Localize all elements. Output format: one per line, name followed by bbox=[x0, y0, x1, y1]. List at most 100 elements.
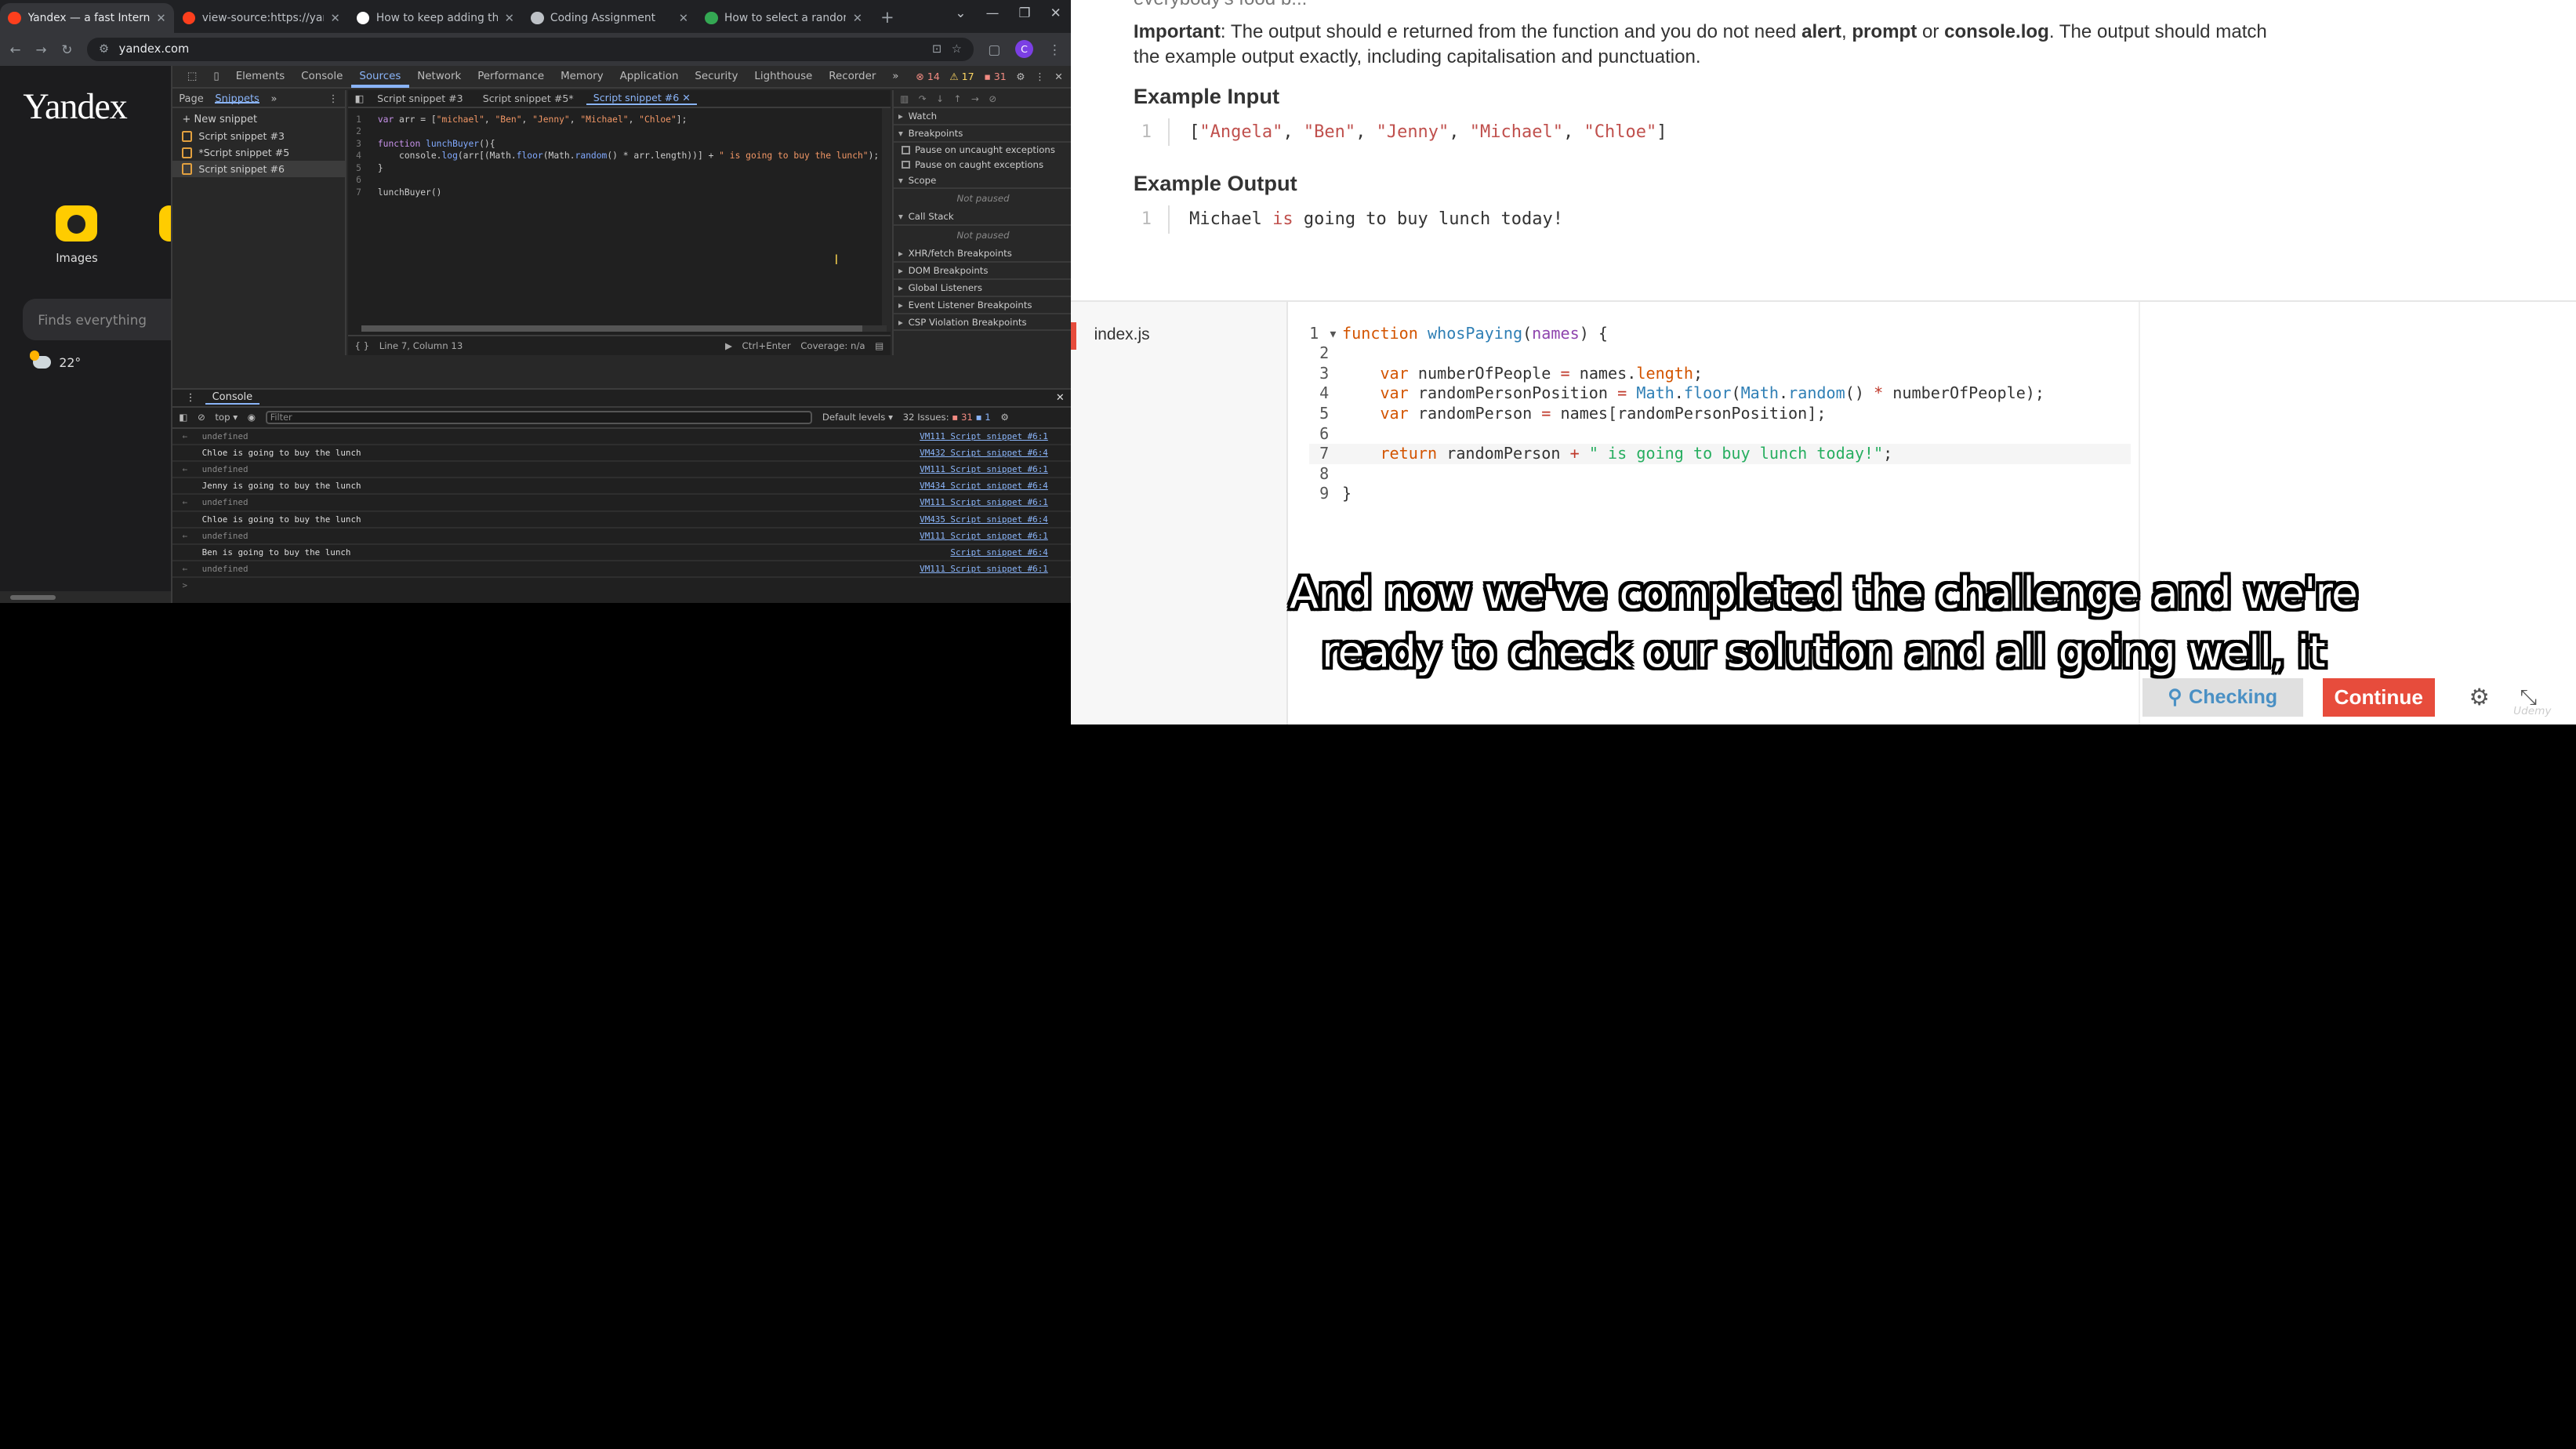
scope-section[interactable]: ▾ Scope bbox=[893, 172, 1073, 190]
context-select[interactable]: top ▾ bbox=[215, 412, 238, 423]
inspect-element-icon[interactable]: ⬚ bbox=[179, 65, 205, 88]
new-tab-button[interactable]: + bbox=[871, 3, 905, 33]
source-link[interactable]: VM434 Script snippet #6:4 bbox=[920, 478, 1048, 493]
more-tabs-icon[interactable]: » bbox=[884, 65, 907, 88]
close-devtools-icon[interactable]: ✕ bbox=[1054, 71, 1063, 82]
close-tab-icon[interactable]: ✕ bbox=[505, 12, 514, 25]
yandex-logo[interactable]: Yandex bbox=[23, 85, 128, 127]
log-levels-select[interactable]: Default levels ▾ bbox=[822, 412, 893, 423]
restore-icon[interactable]: ❐ bbox=[1018, 5, 1030, 20]
pause-icon[interactable]: ▥ bbox=[900, 93, 909, 104]
new-snippet-button[interactable]: + New snippet bbox=[172, 108, 345, 128]
tab-page[interactable]: Page bbox=[179, 93, 203, 105]
browser-tab-1[interactable]: Yandex — a fast Interne ✕ bbox=[0, 3, 175, 33]
source-link[interactable]: VM111 Script snippet #6:1 bbox=[920, 429, 1048, 444]
tab-sources[interactable]: Sources bbox=[350, 65, 410, 89]
pause-caught-checkbox[interactable]: Pause on caught exceptions bbox=[894, 158, 1073, 172]
install-icon[interactable]: ⊡ bbox=[932, 42, 942, 56]
issue-count[interactable]: ▪ 31 bbox=[984, 71, 1007, 82]
images-label[interactable]: Images bbox=[56, 252, 98, 265]
close-drawer-icon[interactable]: ✕ bbox=[1056, 392, 1072, 404]
clear-console-icon[interactable]: ⊘ bbox=[198, 412, 205, 423]
reload-icon[interactable]: ↻ bbox=[61, 42, 72, 57]
editor-horizontal-scrollbar[interactable] bbox=[361, 325, 887, 332]
tab-console[interactable]: Console bbox=[293, 65, 351, 88]
video-icon[interactable] bbox=[159, 205, 171, 242]
site-info-icon[interactable]: ⚙ bbox=[99, 42, 109, 56]
dom-breakpoints-section[interactable]: ▸ DOM Breakpoints bbox=[893, 263, 1073, 280]
close-editor-tab-icon[interactable]: ✕ bbox=[682, 92, 691, 104]
status-bar-icon[interactable]: ▤ bbox=[875, 340, 883, 351]
deactivate-breakpoints-icon[interactable]: ⊘ bbox=[989, 93, 996, 104]
checking-button[interactable]: ⚲ Checking bbox=[2142, 678, 2303, 717]
images-icon[interactable] bbox=[56, 205, 97, 242]
back-icon[interactable]: ← bbox=[10, 42, 21, 57]
step-out-icon[interactable]: ↑ bbox=[954, 93, 962, 104]
source-link[interactable]: VM111 Script snippet #6:1 bbox=[920, 528, 1048, 543]
extensions-icon[interactable]: ▢ bbox=[988, 42, 1000, 57]
xhr-breakpoints-section[interactable]: ▸ XHR/fetch Breakpoints bbox=[893, 245, 1073, 263]
pretty-print-icon[interactable]: { } bbox=[355, 340, 370, 351]
pause-uncaught-checkbox[interactable]: Pause on uncaught exceptions bbox=[894, 143, 1073, 158]
breakpoints-section[interactable]: ▾ Breakpoints bbox=[893, 125, 1073, 143]
console-settings-icon[interactable]: ⚙ bbox=[1000, 412, 1009, 423]
horizontal-scrollbar[interactable] bbox=[0, 591, 171, 604]
yandex-search-input[interactable]: Finds everything bbox=[23, 299, 171, 340]
tab-performance[interactable]: Performance bbox=[470, 65, 553, 88]
issues-counter[interactable]: 32 Issues: ▪ 31 ▪ 1 bbox=[903, 412, 991, 423]
profile-avatar[interactable]: C bbox=[1015, 40, 1034, 59]
editor-tab[interactable]: Script snippet #5* bbox=[476, 93, 580, 104]
console-filter-input[interactable]: Filter bbox=[265, 410, 813, 424]
minimize-icon[interactable]: — bbox=[986, 5, 1000, 20]
navigator-menu-icon[interactable]: ⋮ bbox=[328, 93, 339, 105]
editor-tab-active[interactable]: Script snippet #6 ✕ bbox=[586, 92, 698, 106]
close-tab-icon[interactable]: ✕ bbox=[330, 12, 339, 25]
live-expression-icon[interactable]: ◉ bbox=[248, 412, 256, 423]
snippet-item[interactable]: Script snippet #3 bbox=[172, 128, 345, 144]
browser-tab-2[interactable]: view-source:https://yande ✕ bbox=[174, 3, 348, 33]
error-count[interactable]: ⊗ 14 bbox=[916, 71, 940, 82]
editor-tab[interactable]: Script snippet #3 bbox=[371, 93, 470, 104]
run-snippet-icon[interactable]: ▶ bbox=[725, 340, 732, 351]
step-over-icon[interactable]: ↷ bbox=[919, 93, 927, 104]
browser-tab-5[interactable]: How to select a random e ✕ bbox=[696, 3, 870, 33]
call-stack-section[interactable]: ▾ Call Stack bbox=[893, 209, 1073, 227]
tab-security[interactable]: Security bbox=[687, 65, 746, 88]
global-listeners-section[interactable]: ▸ Global Listeners bbox=[893, 280, 1073, 297]
menu-kebab-icon[interactable]: ⋮ bbox=[1048, 42, 1061, 57]
tab-lighthouse[interactable]: Lighthouse bbox=[746, 65, 821, 88]
forward-icon[interactable]: → bbox=[35, 42, 46, 57]
weather-widget[interactable]: 22° bbox=[29, 350, 81, 370]
code-editor[interactable]: ◧ Script snippet #3 Script snippet #5* S… bbox=[348, 90, 891, 355]
source-link[interactable]: VM111 Script snippet #6:1 bbox=[920, 561, 1048, 576]
tab-search-icon[interactable]: ⌄ bbox=[955, 5, 966, 20]
bookmark-star-icon[interactable]: ☆ bbox=[952, 42, 962, 56]
event-listener-breakpoints-section[interactable]: ▸ Event Listener Breakpoints bbox=[893, 297, 1073, 314]
source-link[interactable]: VM432 Script snippet #6:4 bbox=[920, 445, 1048, 460]
source-link[interactable]: Script snippet #6:4 bbox=[950, 545, 1047, 560]
csp-breakpoints-section[interactable]: ▸ CSP Violation Breakpoints bbox=[893, 314, 1073, 332]
browser-tab-4[interactable]: Coding Assignment ✕ bbox=[522, 3, 696, 33]
tab-elements[interactable]: Elements bbox=[227, 65, 292, 88]
tab-console-drawer[interactable]: Console bbox=[205, 391, 259, 405]
editor-vertical-scrollbar[interactable] bbox=[882, 108, 891, 332]
source-link[interactable]: VM435 Script snippet #6:4 bbox=[920, 512, 1048, 527]
more-navigator-icon[interactable]: » bbox=[270, 93, 277, 105]
snippet-item-selected[interactable]: Script snippet #6 bbox=[172, 161, 346, 178]
console-prompt[interactable]: > bbox=[172, 578, 1072, 594]
source-link[interactable]: VM111 Script snippet #6:1 bbox=[920, 462, 1048, 477]
close-tab-icon[interactable]: ✕ bbox=[853, 12, 862, 25]
snippet-item[interactable]: *Script snippet #5 bbox=[172, 144, 345, 161]
solution-code[interactable]: 1 ▾ function whosPaying(names) { 2 3 var … bbox=[1309, 324, 2131, 504]
address-bar[interactable]: ⚙ yandex.com ⊡ ☆ bbox=[87, 38, 974, 61]
tab-recorder[interactable]: Recorder bbox=[821, 65, 884, 88]
watch-section[interactable]: ▸ Watch bbox=[893, 108, 1073, 126]
continue-button[interactable]: Continue bbox=[2323, 678, 2435, 717]
close-window-icon[interactable]: ✕ bbox=[1050, 5, 1061, 20]
console-sidebar-icon[interactable]: ◧ bbox=[179, 412, 187, 423]
source-link[interactable]: VM111 Script snippet #6:1 bbox=[920, 495, 1048, 510]
devtools-menu-icon[interactable]: ⋮ bbox=[1035, 71, 1045, 82]
tab-memory[interactable]: Memory bbox=[553, 65, 611, 88]
file-index-js[interactable]: index.js bbox=[1094, 325, 1150, 344]
device-toolbar-icon[interactable]: ▯ bbox=[205, 65, 227, 88]
